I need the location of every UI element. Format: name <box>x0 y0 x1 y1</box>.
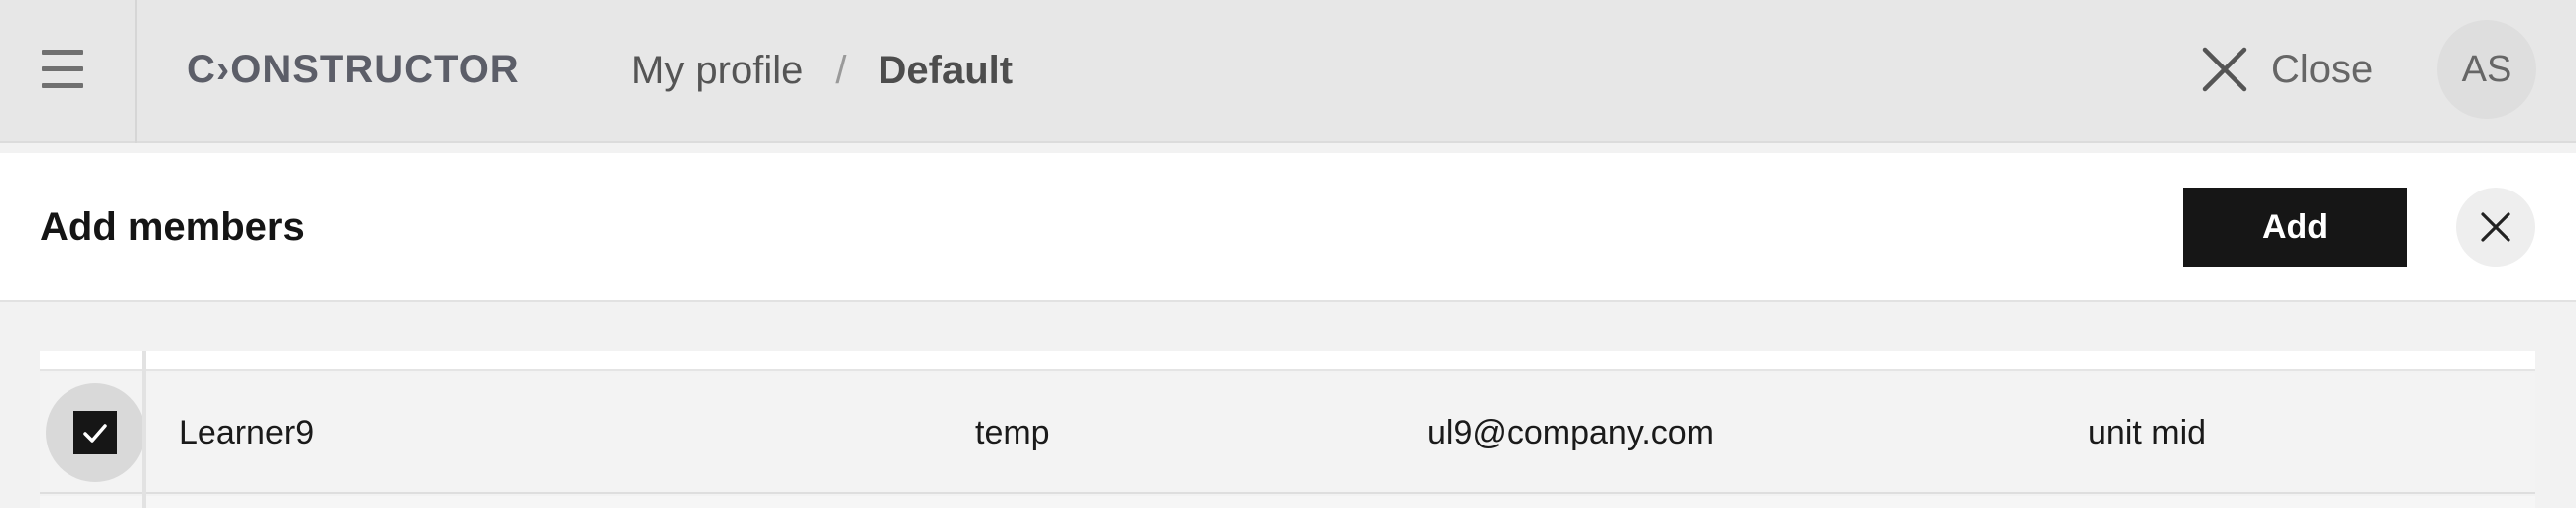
close-button[interactable]: Close <box>2200 40 2373 99</box>
members-table: Learner9 temp ul9@company.com unit mid <box>40 351 2535 508</box>
cell-type: temp <box>975 414 1050 451</box>
cell-email: ul9@company.com <box>1427 414 1714 451</box>
close-icon <box>2481 212 2510 242</box>
top-bar: C›ONSTRUCTOR My profile / Default Close AS <box>0 0 2576 143</box>
add-button[interactable]: Add <box>2183 188 2407 267</box>
table-row-partial <box>40 496 2535 508</box>
checkbox-checked[interactable] <box>73 411 117 454</box>
avatar[interactable]: AS <box>2437 20 2536 119</box>
table-header-strip <box>40 351 2535 371</box>
panel-close-button[interactable] <box>2456 188 2535 267</box>
cell-name: Learner9 <box>179 414 315 451</box>
breadcrumb: My profile / Default <box>631 44 1013 97</box>
breadcrumb-current: Default <box>878 49 1014 92</box>
hamburger-icon[interactable] <box>42 50 83 89</box>
menu-cell[interactable] <box>0 0 137 143</box>
cell-unit: unit mid <box>2088 414 2207 451</box>
checkmark-icon <box>83 424 107 443</box>
breadcrumb-my-profile[interactable]: My profile <box>631 49 803 92</box>
app-logo[interactable]: C›ONSTRUCTOR <box>187 46 520 93</box>
panel-title: Add members <box>40 205 305 249</box>
column-divider <box>142 351 146 508</box>
row-select-checkbox[interactable] <box>46 383 145 482</box>
breadcrumb-separator: / <box>835 49 847 92</box>
add-members-header: Add members Add <box>0 153 2576 302</box>
close-icon <box>2202 47 2247 92</box>
close-label: Close <box>2271 47 2373 91</box>
table-row[interactable]: Learner9 temp ul9@company.com unit mid <box>40 373 2535 494</box>
